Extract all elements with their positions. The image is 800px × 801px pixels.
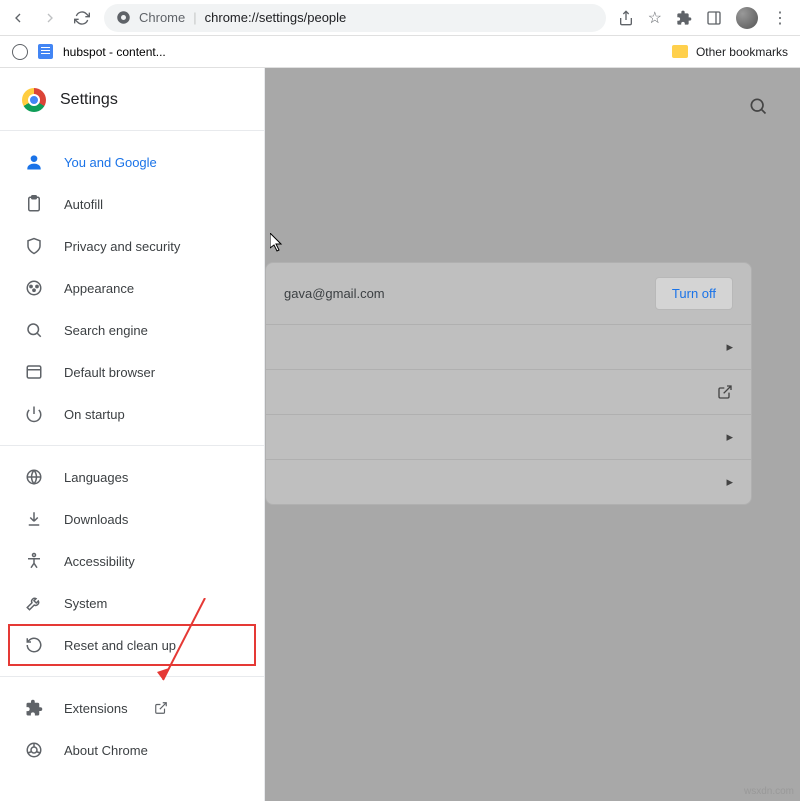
extensions-icon[interactable] <box>676 10 692 26</box>
restore-icon <box>24 635 44 655</box>
external-link-icon <box>717 384 733 400</box>
main-panel: gava@gmail.com Turn off ▸ ▸ ▸ <box>265 68 800 801</box>
omnibox-url: chrome://settings/people <box>205 10 347 25</box>
bookmarks-bar: hubspot - content... Other bookmarks <box>0 36 800 68</box>
sidebar-item-languages[interactable]: Languages <box>0 456 264 498</box>
sidebar-item-privacy[interactable]: Privacy and security <box>0 225 264 267</box>
bookmark-item[interactable]: hubspot - content... <box>63 45 166 59</box>
panel-icon[interactable] <box>706 10 722 26</box>
docs-icon[interactable] <box>38 44 53 59</box>
settings-sidebar: Settings You and Google Autofill Privacy… <box>0 68 265 801</box>
sync-row-account[interactable]: gava@gmail.com Turn off <box>266 263 751 325</box>
omnibox[interactable]: Chrome | chrome://settings/people <box>104 4 606 32</box>
reload-button[interactable] <box>72 8 92 28</box>
chevron-right-icon: ▸ <box>726 339 733 355</box>
external-link-icon <box>154 701 168 715</box>
profile-avatar[interactable] <box>736 7 758 29</box>
person-icon <box>24 152 44 172</box>
sync-row-2[interactable]: ▸ <box>266 325 751 370</box>
browser-icon <box>24 362 44 382</box>
settings-title: Settings <box>60 91 118 109</box>
other-bookmarks[interactable]: Other bookmarks <box>672 45 788 59</box>
sidebar-item-reset-and-clean-up[interactable]: Reset and clean up <box>8 624 256 666</box>
turn-off-button[interactable]: Turn off <box>655 277 733 310</box>
sync-row-4[interactable]: ▸ <box>266 415 751 460</box>
chrome-icon <box>24 740 44 760</box>
share-icon[interactable] <box>618 10 634 26</box>
back-button[interactable] <box>8 8 28 28</box>
sidebar-item-default-browser[interactable]: Default browser <box>0 351 264 393</box>
puzzle-icon <box>24 698 44 718</box>
chevron-right-icon: ▸ <box>726 474 733 490</box>
folder-icon <box>672 45 688 58</box>
search-icon <box>24 320 44 340</box>
chevron-right-icon: ▸ <box>726 429 733 445</box>
palette-icon <box>24 278 44 298</box>
chrome-logo-icon <box>22 88 46 112</box>
star-icon[interactable]: ☆ <box>648 8 662 28</box>
chrome-icon <box>116 10 131 25</box>
sidebar-item-on-startup[interactable]: On startup <box>0 393 264 435</box>
clipboard-icon <box>24 194 44 214</box>
sync-card: gava@gmail.com Turn off ▸ ▸ ▸ <box>265 262 752 505</box>
download-icon <box>24 509 44 529</box>
sidebar-item-accessibility[interactable]: Accessibility <box>0 540 264 582</box>
browser-toolbar: Chrome | chrome://settings/people ☆ ⋮ <box>0 0 800 36</box>
search-settings-icon[interactable] <box>748 96 768 116</box>
omnibox-label: Chrome <box>139 10 185 25</box>
sync-row-3[interactable] <box>266 370 751 415</box>
sidebar-item-autofill[interactable]: Autofill <box>0 183 264 225</box>
globe-icon <box>24 467 44 487</box>
watermark: wsxdn.com <box>744 786 794 797</box>
sidebar-item-search-engine[interactable]: Search engine <box>0 309 264 351</box>
account-email: gava@gmail.com <box>284 286 385 301</box>
shield-icon <box>24 236 44 256</box>
power-icon <box>24 404 44 424</box>
globe-icon[interactable] <box>12 44 28 60</box>
sidebar-item-you-and-google[interactable]: You and Google <box>0 141 264 183</box>
wrench-icon <box>24 593 44 613</box>
sidebar-item-appearance[interactable]: Appearance <box>0 267 264 309</box>
sidebar-item-about-chrome[interactable]: About Chrome <box>0 729 264 771</box>
sidebar-item-system[interactable]: System <box>0 582 264 624</box>
forward-button[interactable] <box>40 8 60 28</box>
sync-row-5[interactable]: ▸ <box>266 460 751 504</box>
accessibility-icon <box>24 551 44 571</box>
sidebar-header: Settings <box>0 68 264 130</box>
menu-icon[interactable]: ⋮ <box>772 8 788 28</box>
sidebar-item-extensions[interactable]: Extensions <box>0 687 264 729</box>
sidebar-item-downloads[interactable]: Downloads <box>0 498 264 540</box>
